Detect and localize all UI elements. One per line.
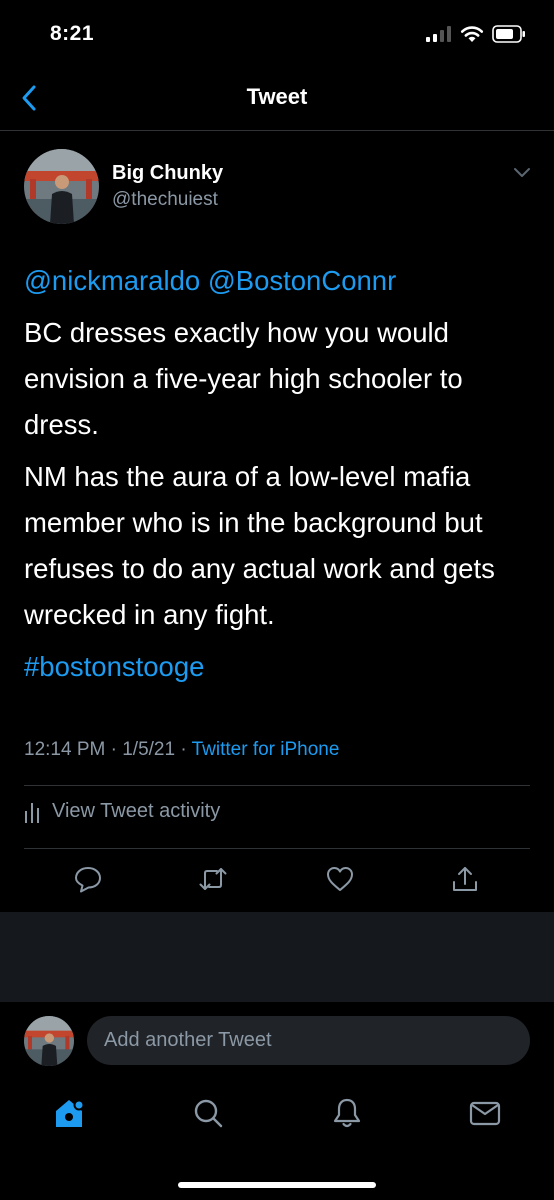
activity-chart-icon (25, 803, 39, 823)
view-activity-button[interactable]: View Tweet activity (24, 799, 220, 823)
mention-link[interactable]: @nickmaraldo (24, 265, 200, 296)
tweet-paragraph: BC dresses exactly how you would envisio… (24, 317, 463, 440)
chevron-down-icon[interactable] (512, 166, 532, 180)
author-handle[interactable]: @thechuiest (112, 189, 218, 211)
wifi-icon (460, 26, 484, 42)
view-activity-label: View Tweet activity (52, 799, 221, 822)
search-icon[interactable] (191, 1096, 225, 1130)
signal-icon (426, 26, 451, 42)
retweet-icon[interactable] (198, 864, 228, 894)
messages-icon[interactable] (468, 1096, 502, 1130)
tweet-mentions: @nickmaraldo @BostonConnr (24, 258, 534, 304)
tweet-source-link[interactable]: Twitter for iPhone (192, 739, 340, 760)
compose-avatar (24, 1016, 74, 1066)
tweet-paragraph: NM has the aura of a low-level mafia mem… (24, 461, 495, 630)
tweet-date: 1/5/21 (122, 739, 176, 760)
add-tweet-input[interactable]: Add another Tweet (87, 1016, 530, 1065)
battery-icon (492, 25, 525, 43)
notifications-icon[interactable] (330, 1096, 364, 1130)
tweet-time: 12:14 PM (24, 739, 106, 760)
author-avatar[interactable] (24, 149, 99, 224)
divider (24, 785, 530, 786)
share-icon[interactable] (450, 864, 480, 894)
page-title: Tweet (246, 84, 308, 109)
tweet-body: @nickmaraldo @BostonConnr BC dresses exa… (24, 258, 534, 690)
divider (24, 848, 530, 849)
like-icon[interactable] (325, 864, 355, 894)
status-time: 8:21 (50, 22, 95, 45)
reply-icon[interactable] (73, 864, 103, 894)
hashtag-link[interactable]: #bostonstooge (24, 644, 534, 690)
home-indicator (178, 1182, 376, 1188)
status-icons (426, 22, 526, 46)
author-name[interactable]: Big Chunky (112, 162, 223, 185)
nav-bar: Tweet (0, 64, 554, 131)
home-icon[interactable] (52, 1096, 86, 1130)
replies-area (0, 912, 554, 1002)
mention-link[interactable]: @BostonConnr (208, 265, 396, 296)
tweet-meta: 12:14 PM · 1/5/21 · Twitter for iPhone (24, 739, 340, 760)
